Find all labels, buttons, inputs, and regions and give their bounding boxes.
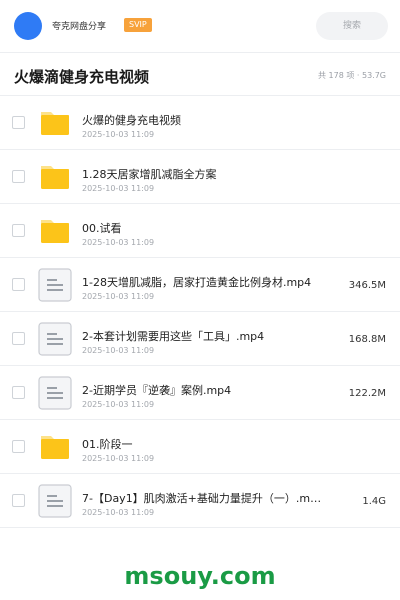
item-name: 7-【Day1】肌肉激活+基础力量提升（一）.m… bbox=[82, 492, 322, 505]
item-checkbox[interactable] bbox=[12, 224, 25, 237]
item-checkbox[interactable] bbox=[12, 278, 25, 291]
item-date: 2025-10-03 11:09 bbox=[82, 238, 155, 247]
item-size: 122.2M bbox=[348, 388, 386, 399]
item-date: 2025-10-03 11:09 bbox=[82, 454, 155, 463]
item-checkbox[interactable] bbox=[12, 494, 25, 507]
item-name: 2-近期学员『逆袭』案例.mp4 bbox=[82, 384, 232, 397]
app-window: 夸克网盘分享 SVIP 搜索 火爆滴健身充电视频 共 178 项 · 53.7G… bbox=[0, 0, 400, 600]
file-list: 火爆的健身充电视频 2025-10-03 11:09 1.28天居家增肌减脂全方… bbox=[0, 96, 400, 528]
item-date: 2025-10-03 11:09 bbox=[82, 508, 155, 517]
item-name: 1.28天居家增肌减脂全方案 bbox=[82, 168, 217, 181]
document-icon bbox=[38, 484, 72, 518]
item-checkbox[interactable] bbox=[12, 170, 25, 183]
list-item[interactable]: 1.28天居家增肌减脂全方案 2025-10-03 11:09 bbox=[0, 150, 400, 204]
item-name: 00.试看 bbox=[82, 222, 122, 235]
document-icon bbox=[38, 268, 72, 302]
folder-icon bbox=[38, 430, 72, 464]
avatar[interactable] bbox=[14, 12, 42, 40]
item-name: 1-28天增肌减脂，居家打造黄金比例身材.mp4 bbox=[82, 276, 312, 289]
folder-icon bbox=[38, 214, 72, 248]
svip-badge: SVIP bbox=[124, 18, 152, 32]
item-date: 2025-10-03 11:09 bbox=[82, 184, 155, 193]
list-item[interactable]: 1-28天增肌减脂，居家打造黄金比例身材.mp4 2025-10-03 11:0… bbox=[0, 258, 400, 312]
item-size: 1.4G bbox=[362, 496, 386, 507]
folder-meta: 共 178 项 · 53.7G bbox=[318, 71, 386, 80]
item-date: 2025-10-03 11:09 bbox=[82, 346, 155, 355]
header: 夸克网盘分享 SVIP 搜索 bbox=[0, 0, 400, 52]
document-icon bbox=[38, 322, 72, 356]
list-item[interactable]: 2-近期学员『逆袭』案例.mp4 2025-10-03 11:09 122.2M bbox=[0, 366, 400, 420]
folder-icon bbox=[38, 160, 72, 194]
list-item[interactable]: 00.试看 2025-10-03 11:09 bbox=[0, 204, 400, 258]
list-item[interactable]: 01.阶段一 2025-10-03 11:09 bbox=[0, 420, 400, 474]
folder-icon bbox=[38, 106, 72, 140]
item-checkbox[interactable] bbox=[12, 440, 25, 453]
watermark: msouy.com bbox=[124, 562, 276, 590]
item-size: 346.5M bbox=[348, 280, 386, 291]
document-icon bbox=[38, 376, 72, 410]
item-checkbox[interactable] bbox=[12, 116, 25, 129]
item-date: 2025-10-03 11:09 bbox=[82, 130, 155, 139]
item-date: 2025-10-03 11:09 bbox=[82, 400, 155, 409]
header-divider bbox=[0, 52, 400, 53]
list-item[interactable]: 火爆的健身充电视频 2025-10-03 11:09 bbox=[0, 96, 400, 150]
uploader-name: 夸克网盘分享 bbox=[52, 22, 107, 32]
list-item[interactable]: 2-本套计划需要用这些「工具」.mp4 2025-10-03 11:09 168… bbox=[0, 312, 400, 366]
item-name: 火爆的健身充电视频 bbox=[82, 114, 181, 127]
item-name: 01.阶段一 bbox=[82, 438, 133, 451]
item-size: 168.8M bbox=[348, 334, 386, 345]
page-title: 火爆滴健身充电视频 bbox=[14, 68, 150, 86]
item-date: 2025-10-03 11:09 bbox=[82, 292, 155, 301]
item-checkbox[interactable] bbox=[12, 332, 25, 345]
item-name: 2-本套计划需要用这些「工具」.mp4 bbox=[82, 330, 265, 343]
item-checkbox[interactable] bbox=[12, 386, 25, 399]
list-item[interactable]: 7-【Day1】肌肉激活+基础力量提升（一）.m… 2025-10-03 11:… bbox=[0, 474, 400, 528]
search-input[interactable]: 搜索 bbox=[316, 12, 388, 40]
